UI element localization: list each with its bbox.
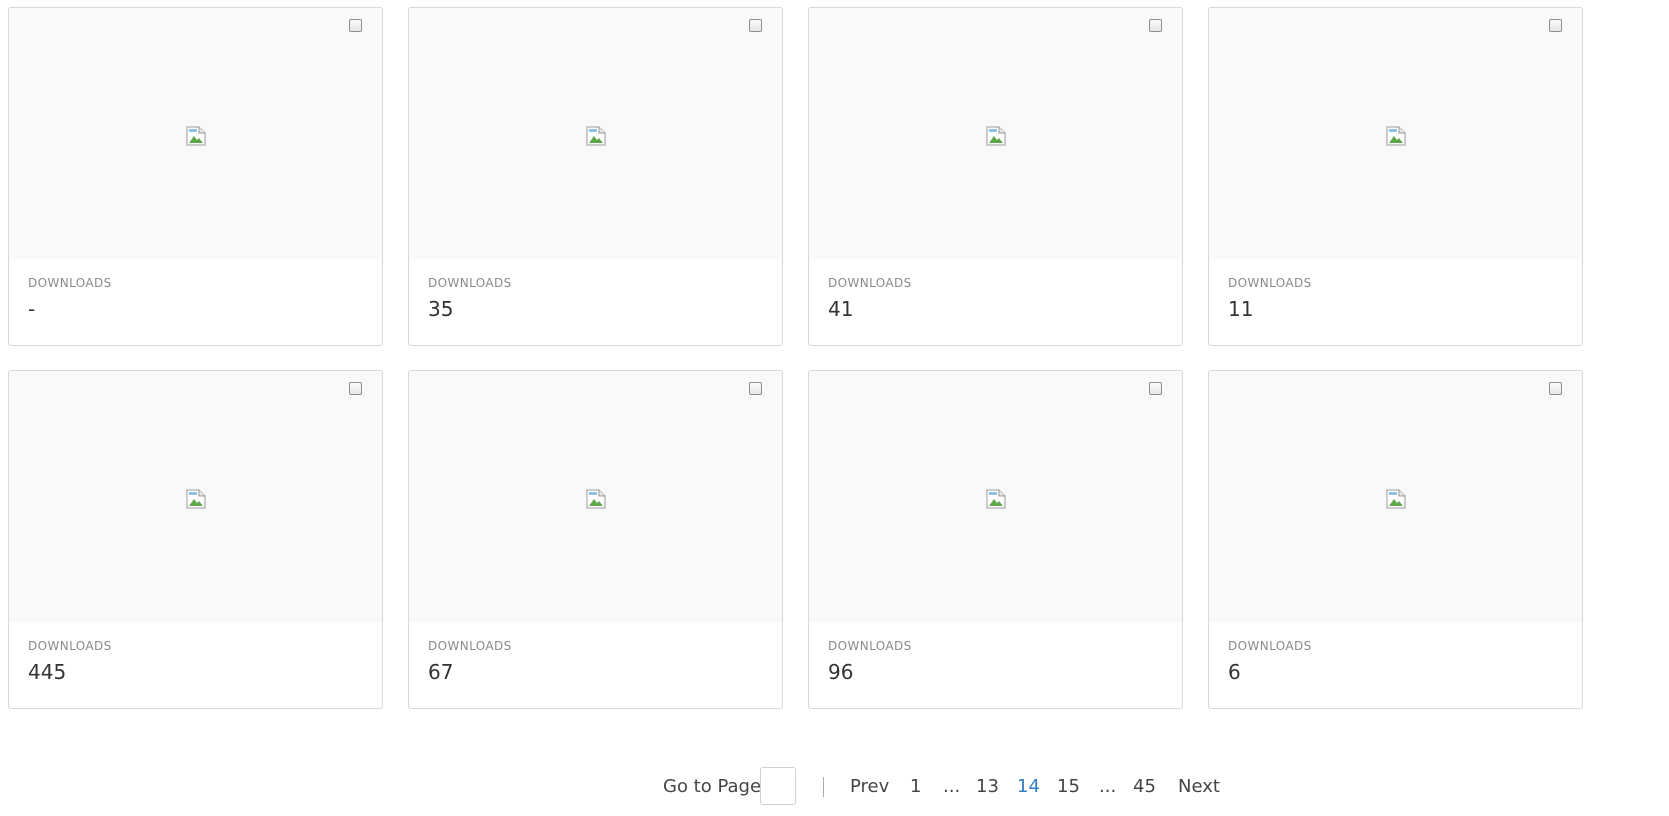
downloads-label: DOWNLOADS <box>28 639 112 653</box>
page-link-next[interactable]: 15 <box>1057 775 1080 799</box>
asset-card[interactable]: DOWNLOADS 35 <box>408 7 783 346</box>
asset-thumbnail[interactable] <box>409 8 782 259</box>
select-checkbox[interactable] <box>1149 382 1162 395</box>
asset-card[interactable]: DOWNLOADS 41 <box>808 7 1183 346</box>
downloads-count: 35 <box>428 297 454 321</box>
downloads-label: DOWNLOADS <box>828 639 912 653</box>
asset-card[interactable]: DOWNLOADS 96 <box>808 370 1183 709</box>
next-page-link[interactable]: Next <box>1178 775 1220 799</box>
asset-card[interactable]: DOWNLOADS 67 <box>408 370 783 709</box>
broken-image-icon <box>186 489 205 509</box>
broken-image-icon <box>586 126 605 146</box>
broken-image-icon <box>586 489 605 509</box>
select-checkbox[interactable] <box>1549 382 1562 395</box>
asset-thumbnail[interactable] <box>9 8 382 259</box>
asset-card[interactable]: DOWNLOADS 6 <box>1208 370 1583 709</box>
select-checkbox[interactable] <box>749 382 762 395</box>
select-checkbox[interactable] <box>1149 19 1162 32</box>
page-link-first[interactable]: 1 <box>910 775 921 799</box>
asset-card[interactable]: DOWNLOADS 11 <box>1208 7 1583 346</box>
page-link-current[interactable]: 14 <box>1017 775 1040 799</box>
asset-card[interactable]: DOWNLOADS - <box>8 7 383 346</box>
go-to-page-input[interactable] <box>760 767 796 805</box>
asset-thumbnail[interactable] <box>409 371 782 622</box>
select-checkbox[interactable] <box>349 19 362 32</box>
pagination: Go to Page Prev 1 ... 13 14 15 ... 45 Ne… <box>0 767 1669 807</box>
asset-grid: DOWNLOADS - DOWNLOADS 35 DOWNLOADS 41 DO… <box>8 7 1583 709</box>
asset-thumbnail[interactable] <box>809 8 1182 259</box>
broken-image-icon <box>1386 126 1405 146</box>
downloads-count: 11 <box>1228 297 1254 321</box>
broken-image-icon <box>1386 489 1405 509</box>
go-to-page-label: Go to Page <box>663 776 762 797</box>
downloads-count: 41 <box>828 297 854 321</box>
downloads-label: DOWNLOADS <box>28 276 112 290</box>
downloads-label: DOWNLOADS <box>428 639 512 653</box>
broken-image-icon <box>986 489 1005 509</box>
page-link-prev[interactable]: 13 <box>976 775 999 799</box>
select-checkbox[interactable] <box>1549 19 1562 32</box>
select-checkbox[interactable] <box>349 382 362 395</box>
downloads-count: 445 <box>28 660 67 684</box>
asset-thumbnail[interactable] <box>1209 371 1582 622</box>
pagination-ellipsis-right: ... <box>1099 776 1117 797</box>
downloads-count: 67 <box>428 660 454 684</box>
asset-thumbnail[interactable] <box>809 371 1182 622</box>
broken-image-icon <box>186 126 205 146</box>
asset-thumbnail[interactable] <box>9 371 382 622</box>
page-link-last[interactable]: 45 <box>1133 775 1156 799</box>
downloads-label: DOWNLOADS <box>828 276 912 290</box>
pagination-divider <box>823 777 824 797</box>
downloads-count: 96 <box>828 660 854 684</box>
asset-card[interactable]: DOWNLOADS 445 <box>8 370 383 709</box>
downloads-label: DOWNLOADS <box>428 276 512 290</box>
downloads-label: DOWNLOADS <box>1228 276 1312 290</box>
downloads-count: - <box>28 297 36 321</box>
select-checkbox[interactable] <box>749 19 762 32</box>
asset-thumbnail[interactable] <box>1209 8 1582 259</box>
downloads-count: 6 <box>1228 660 1241 684</box>
pagination-ellipsis-left: ... <box>943 776 961 797</box>
prev-page-link[interactable]: Prev <box>850 775 889 799</box>
broken-image-icon <box>986 126 1005 146</box>
downloads-label: DOWNLOADS <box>1228 639 1312 653</box>
